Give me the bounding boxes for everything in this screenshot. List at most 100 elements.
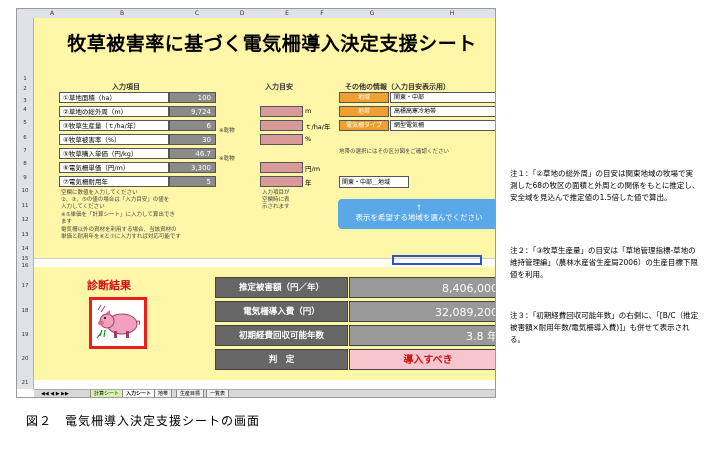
result-label-damage: 推定被害額（円／年） [215, 277, 348, 298]
other-label-fence-type: 電気柵タイプ [339, 120, 389, 131]
spreadsheet-window: A B C D E F G H 1 2 3 4 5 6 7 8 9 10 11 … [16, 8, 496, 398]
section-guide-heading: 入力目安 [265, 83, 293, 91]
region-select[interactable]: 関東・中部＿地域 [339, 176, 409, 188]
guide-note-1: 入力項目が [262, 190, 290, 196]
selected-cell[interactable] [392, 255, 482, 265]
result-value-verdict: 導入すべき [349, 349, 495, 370]
sheet-tab-bar: ◀◀ ◀ ▶ ▶▶ 計算シート 入力シート 地帯 生産目標 一覧表 [34, 389, 495, 397]
row-4[interactable]: 4 [17, 107, 33, 113]
side-note-2: 注２：「③牧草生産量」の目安は「草地管理指標-草地の維持管理編」（農林水産省生産… [510, 246, 698, 279]
unit-year: 年 [305, 179, 312, 187]
up-arrow-icon: ↑ [415, 203, 423, 212]
row-11[interactable]: 11 [17, 203, 33, 209]
col-c[interactable]: C [182, 9, 212, 18]
input-label-fence-price: ⑥電気柵単価（円/m） [59, 162, 169, 173]
input-label-purchase-price: ⑤牧草購入単価（円/kg） [59, 148, 169, 159]
col-b[interactable]: B [107, 9, 137, 18]
tab-production-target[interactable]: 生産目標 [176, 390, 205, 397]
row-16[interactable]: 16 [17, 263, 33, 269]
dry-matter-note-2: ※乾物 [219, 156, 235, 162]
guide-box-perimeter [260, 106, 303, 117]
result-value-payback: 3.8 年 [349, 325, 495, 346]
dry-matter-note-1: ※乾物 [219, 128, 235, 134]
result-value-fence-cost: 32,089,200 [349, 301, 495, 322]
left-note-1: 空欄に数値を入力してください [61, 190, 138, 196]
col-h[interactable]: H [437, 9, 467, 18]
unit-yen-per-m: 円/m [305, 165, 321, 173]
row-14[interactable]: 14 [17, 246, 33, 252]
result-label-verdict: 判 定 [215, 349, 348, 370]
region-note: 地帯の選択にはその区分図をご確認ください [339, 149, 450, 155]
tab-input-sheet[interactable]: 入力シート [122, 390, 156, 397]
input-value-purchase-price[interactable]: 46.7 [169, 148, 216, 159]
result-label-payback: 初期経費回収可能年数 [215, 325, 348, 346]
input-value-perimeter[interactable]: 9,724 [169, 106, 216, 117]
figure-caption: 図２ 電気柵導入決定支援シートの画面 [26, 414, 261, 428]
input-value-area[interactable]: 100 [169, 92, 216, 103]
row-8[interactable]: 8 [17, 161, 33, 167]
input-value-damage-rate[interactable]: 30 [169, 134, 216, 145]
row-10[interactable]: 10 [17, 188, 33, 194]
result-value-damage: 8,406,000 [349, 277, 495, 298]
input-label-yield: ③牧草生産量（ｔ/ha/年） [59, 120, 169, 131]
col-f[interactable]: F [307, 9, 337, 18]
row-6[interactable]: 6 [17, 135, 33, 141]
select-region-label: 表示を希望する地域を選んでください [355, 213, 483, 222]
row-7[interactable]: 7 [17, 148, 33, 154]
row-13[interactable]: 13 [17, 232, 33, 238]
other-value-fence-type: 網型電気柵 [390, 120, 495, 131]
guide-note-3: 示されます [262, 204, 290, 210]
section-input-heading: 入力項目 [112, 83, 140, 91]
select-region-button[interactable]: ↑ 表示を希望する地域を選んでください [338, 199, 495, 229]
side-note-1: 注１：「②草地の総外周」の目安は関東地域の牧場で実測した68の牧区の面積と外周と… [510, 169, 700, 202]
row-19[interactable]: 19 [17, 332, 33, 338]
row-15[interactable]: 15 [17, 256, 33, 262]
row-20[interactable]: 20 [17, 356, 33, 362]
col-d[interactable]: D [227, 9, 257, 18]
input-value-fence-life[interactable]: 5 [169, 176, 216, 187]
row-18[interactable]: 18 [17, 308, 33, 314]
unit-yield: ｔ/ha/年 [305, 123, 331, 131]
input-value-yield[interactable]: 6 [169, 120, 216, 131]
left-note-2: ②、③、⑤の値の場合は「入力目安」の値を [61, 197, 170, 203]
page-title: 牧草被害率に基づく電気柵導入決定支援シート [67, 33, 477, 55]
guide-note-2: 空欄時に表 [262, 197, 290, 203]
input-label-area: ①草地面積（ha） [59, 92, 169, 103]
guide-box-damage [260, 134, 303, 145]
input-label-fence-life: ⑦電気柵耐用年 [59, 176, 169, 187]
row-2[interactable]: 2 [17, 86, 33, 92]
row-9[interactable]: 9 [17, 175, 33, 181]
input-label-damage-rate: ④牧草被害率（%） [59, 134, 169, 145]
section-other-heading: その他の情報（入力目安表示用） [345, 83, 450, 91]
side-note-3: 注３：「初期経費回収可能年数」の右側に、「[B/C（推定被害額×耐用年数/電気柵… [510, 311, 699, 344]
pig-damage-icon [89, 297, 147, 349]
left-note-3: 入力してください [61, 204, 105, 210]
guide-box-fence-life [260, 176, 303, 187]
other-value-zone: 高標高寒冷地帯 [390, 106, 495, 117]
other-label-region: 地域 [339, 92, 389, 103]
row-header-bar: 1 2 3 4 5 6 7 8 9 10 11 12 13 14 15 16 1… [17, 18, 34, 389]
tab-calc-sheet[interactable]: 計算シート [90, 390, 124, 397]
guide-box-yield [260, 120, 303, 131]
diagnosis-title: 診断結果 [87, 279, 131, 292]
tab-zone[interactable]: 地帯 [154, 390, 173, 397]
input-value-fence-price[interactable]: 3,300 [169, 162, 216, 173]
input-label-perimeter: ②草地の総外周（m） [59, 106, 169, 117]
tab-nav-icon[interactable]: ◀◀ ◀ ▶ ▶▶ [38, 390, 72, 397]
left-note-6: 電気柵以外の資材を利用する場合、当該資材の [61, 227, 177, 233]
left-note-5: ます [61, 219, 73, 225]
col-a[interactable]: A [37, 9, 67, 18]
other-value-region: 関東・中部 [390, 92, 495, 103]
unit-percent: % [305, 135, 312, 143]
row-17[interactable]: 17 [17, 283, 33, 289]
tab-list[interactable]: 一覧表 [206, 390, 230, 397]
row-3[interactable]: 3 [17, 98, 33, 104]
col-g[interactable]: G [357, 9, 387, 18]
col-e[interactable]: E [272, 9, 302, 18]
left-note-7: 単価と耐用年を⑥と⑦に入力すれば対応可能です [61, 234, 181, 240]
row-5[interactable]: 5 [17, 120, 33, 126]
row-12[interactable]: 12 [17, 217, 33, 223]
row-1[interactable]: 1 [17, 76, 33, 82]
row-21[interactable]: 21 [17, 380, 33, 386]
guide-box-fence-price [260, 162, 303, 173]
